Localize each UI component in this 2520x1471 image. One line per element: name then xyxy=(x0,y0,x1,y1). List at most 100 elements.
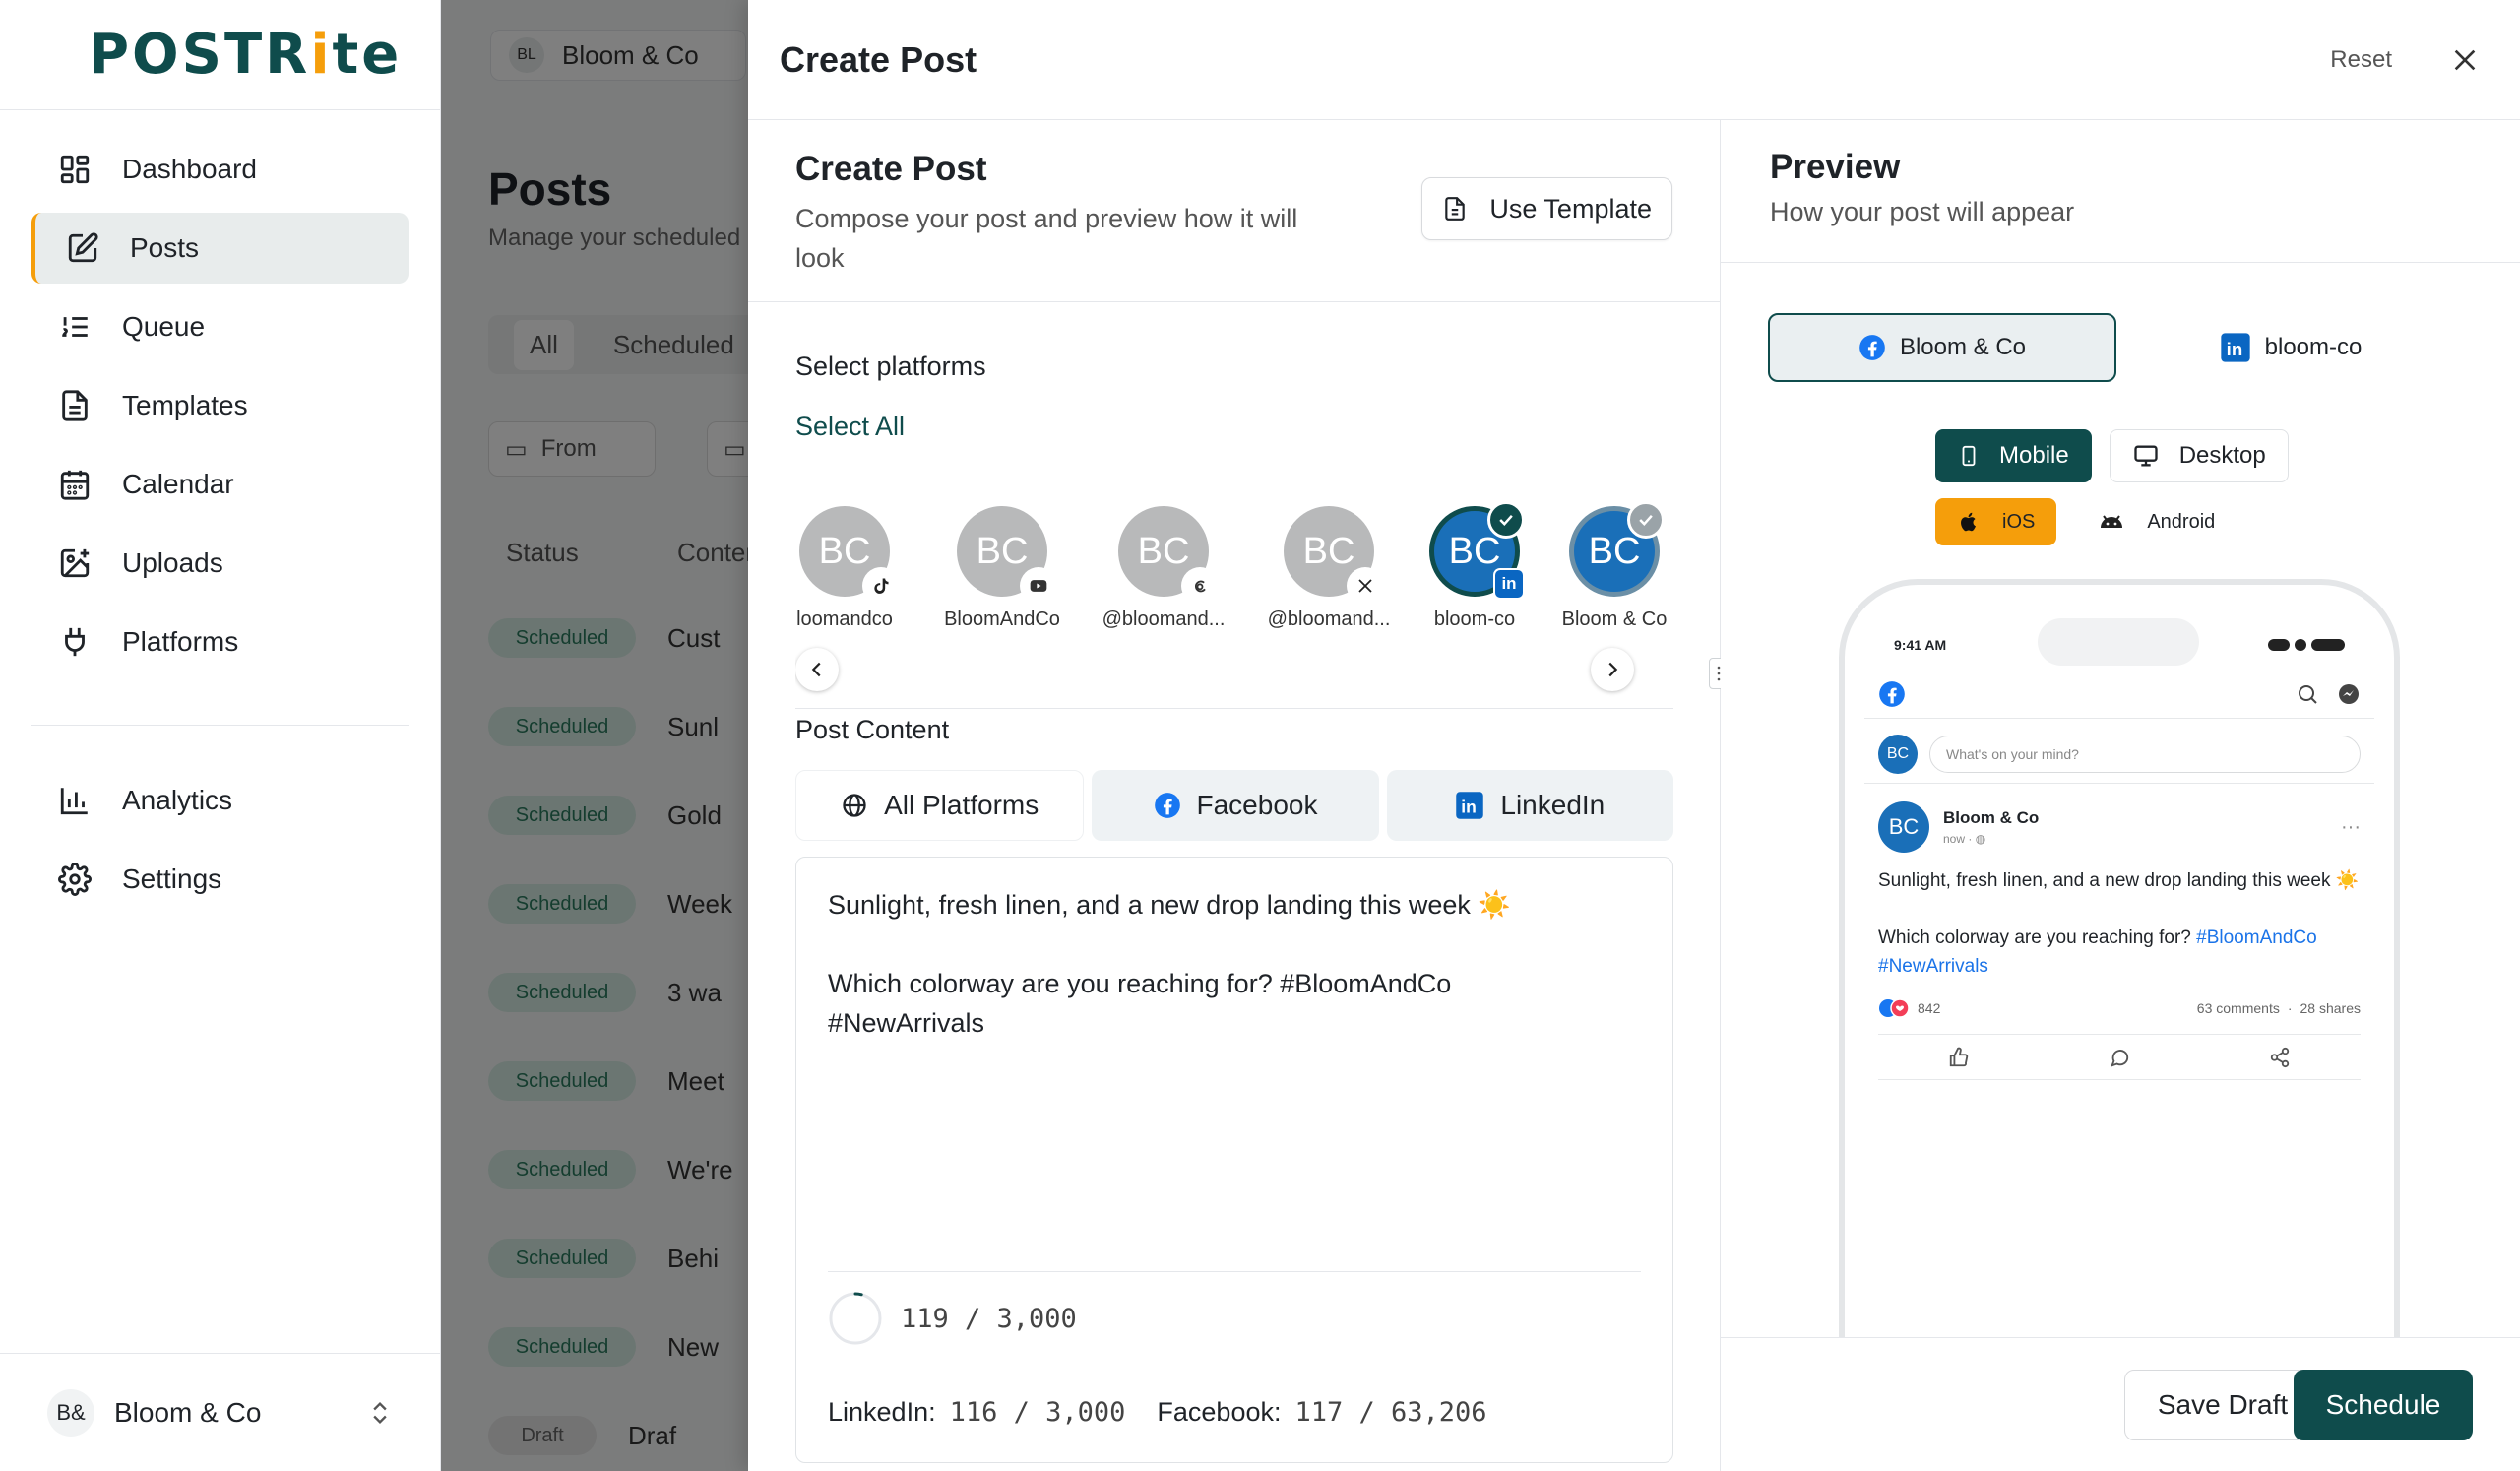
os-tab-ios[interactable]: iOS xyxy=(1935,498,2057,545)
sidebar-item-dashboard[interactable]: Dashboard xyxy=(32,134,409,205)
facebook-icon xyxy=(1154,792,1197,819)
battery-icon xyxy=(2268,639,2345,651)
reset-button[interactable]: Reset xyxy=(2330,46,2392,74)
create-post-modal: Create Post Reset Create Post Compose yo… xyxy=(748,0,2520,1471)
sidebar-item-posts[interactable]: Posts xyxy=(32,213,409,284)
modal-backdrop[interactable] xyxy=(441,0,748,1471)
android-icon xyxy=(2098,512,2147,532)
tab-linkedin[interactable]: in LinkedIn xyxy=(1386,770,1673,841)
account-avatar: BC in xyxy=(1429,501,1525,598)
sidebar-item-queue[interactable]: Queue xyxy=(32,291,409,362)
tab-facebook[interactable]: Facebook xyxy=(1092,770,1379,841)
facebook-icon xyxy=(1858,334,1900,361)
account-name: BloomAndCo xyxy=(944,608,1060,630)
char-count: 119 / 3,000 xyxy=(901,1303,1077,1334)
globe-icon xyxy=(841,792,884,819)
sidebar-item-label: Calendar xyxy=(122,469,234,499)
svg-text:in: in xyxy=(2226,339,2242,359)
account-facebook[interactable]: BC Bloom & Co xyxy=(1536,501,1673,631)
share-icon xyxy=(2269,1047,2291,1068)
use-template-label: Use Template xyxy=(1489,193,1652,224)
chevron-left-icon xyxy=(806,659,828,680)
dashboard-icon xyxy=(55,150,94,189)
document-icon xyxy=(55,386,94,425)
plug-icon xyxy=(55,622,94,662)
share-count: 28 shares xyxy=(2300,1000,2361,1016)
compose-description: Compose your post and preview how it wil… xyxy=(795,204,1298,273)
schedule-button[interactable]: Schedule xyxy=(2294,1370,2473,1440)
close-button[interactable] xyxy=(2441,36,2488,84)
account-avatar: BC xyxy=(1284,506,1382,603)
use-template-button[interactable]: Use Template xyxy=(1421,177,1672,240)
preview-header: Preview How your post will appear xyxy=(1721,120,2520,263)
account-avatar: BC xyxy=(799,506,898,603)
tab-label: Android xyxy=(2147,510,2216,533)
tab-label: iOS xyxy=(2002,510,2036,533)
device-tabs: Mobile Desktop xyxy=(1935,429,2289,482)
compose-header: Create Post Compose your post and previe… xyxy=(748,120,1720,302)
account-name: loomandco xyxy=(796,608,893,630)
sidebar-item-templates[interactable]: Templates xyxy=(32,370,409,441)
post-content-editor[interactable]: Sunlight, fresh linen, and a new drop la… xyxy=(795,857,1673,1463)
account-x[interactable]: BC @bloomand... xyxy=(1250,506,1408,631)
device-tab-mobile[interactable]: Mobile xyxy=(1935,429,2092,482)
sidebar-item-uploads[interactable]: Uploads xyxy=(32,528,409,599)
account-name: bloom-co xyxy=(1433,608,1516,630)
chevron-up-down-icon xyxy=(366,1399,394,1427)
phone-status-bar: 9:41 AM xyxy=(1894,630,2345,660)
carousel-next-button[interactable] xyxy=(1591,648,1634,691)
preview-title: Preview xyxy=(1770,148,1901,186)
account-linkedin[interactable]: BC in bloom-co xyxy=(1396,501,1553,631)
smartphone-icon xyxy=(1958,442,1999,470)
facebook-post-preview: BC Bloom & Co now · ◍ ··· Sunlight, fres… xyxy=(1864,788,2374,1080)
facebook-app-bar xyxy=(1864,670,2374,719)
preview-tab-facebook[interactable]: Bloom & Co xyxy=(1768,313,2116,382)
account-threads[interactable]: BC @bloomand... xyxy=(1085,506,1242,631)
select-platforms-label: Select platforms xyxy=(795,352,986,381)
select-all-link[interactable]: Select All xyxy=(795,412,905,442)
sidebar-nav: Dashboard Posts Queue Templates Calendar xyxy=(0,110,440,915)
preview-tab-linkedin[interactable]: in bloom-co xyxy=(2116,313,2465,382)
device-tab-desktop[interactable]: Desktop xyxy=(2109,429,2289,482)
os-tab-android[interactable]: Android xyxy=(2076,498,2236,545)
sidebar-item-label: Posts xyxy=(130,232,200,263)
sidebar-item-calendar[interactable]: Calendar xyxy=(32,449,409,520)
sidebar-item-analytics[interactable]: Analytics xyxy=(32,765,409,836)
list-ordered-icon xyxy=(55,307,94,347)
os-tabs: iOS Android xyxy=(1935,498,2236,545)
post-author: Bloom & Co xyxy=(1943,808,2040,827)
app-logo[interactable]: POSTRite xyxy=(89,23,402,87)
avatar: BC xyxy=(1878,801,1929,853)
linkedin-icon: in xyxy=(1455,791,1500,820)
save-draft-button[interactable]: Save Draft xyxy=(2124,1370,2321,1440)
threads-icon xyxy=(1183,569,1217,603)
workspace-switcher[interactable]: B& Bloom & Co xyxy=(0,1353,441,1471)
tab-label: All Platforms xyxy=(884,790,1040,820)
edit-icon xyxy=(63,228,102,268)
editor-divider xyxy=(828,1271,1641,1272)
progress-ring-icon xyxy=(828,1291,901,1346)
tab-label: Bloom & Co xyxy=(1899,334,2027,360)
account-tiktok[interactable]: BC loomandco xyxy=(795,506,923,631)
account-youtube[interactable]: BC BloomAndCo xyxy=(923,506,1081,631)
like-icon xyxy=(1948,1047,1970,1068)
linkedin-limit-label: LinkedIn: xyxy=(828,1397,936,1427)
avatar: BC xyxy=(1878,734,1918,774)
chevron-right-icon xyxy=(1602,659,1623,680)
carousel-prev-button[interactable] xyxy=(795,648,839,691)
facebook-icon xyxy=(1878,680,1906,708)
tab-all-platforms[interactable]: All Platforms xyxy=(795,770,1085,841)
calendar-icon xyxy=(55,465,94,504)
sidebar-item-label: Platforms xyxy=(122,626,239,657)
sidebar-item-label: Uploads xyxy=(122,547,223,578)
modal-title: Create Post xyxy=(780,38,977,80)
tiktok-icon xyxy=(864,569,898,603)
sidebar-item-label: Settings xyxy=(122,863,222,894)
sidebar-item-label: Templates xyxy=(122,390,248,420)
phone-mockup: 9:41 AM BC What's on your mind? BC Bloom… xyxy=(1839,579,2400,1367)
sidebar-item-settings[interactable]: Settings xyxy=(32,844,409,915)
preview-panel: Preview How your post will appear Bloom … xyxy=(1721,120,2520,1471)
post-text[interactable]: Sunlight, fresh linen, and a new drop la… xyxy=(828,885,1596,1043)
sidebar-item-platforms[interactable]: Platforms xyxy=(32,607,409,677)
workspace-name: Bloom & Co xyxy=(114,1396,262,1428)
